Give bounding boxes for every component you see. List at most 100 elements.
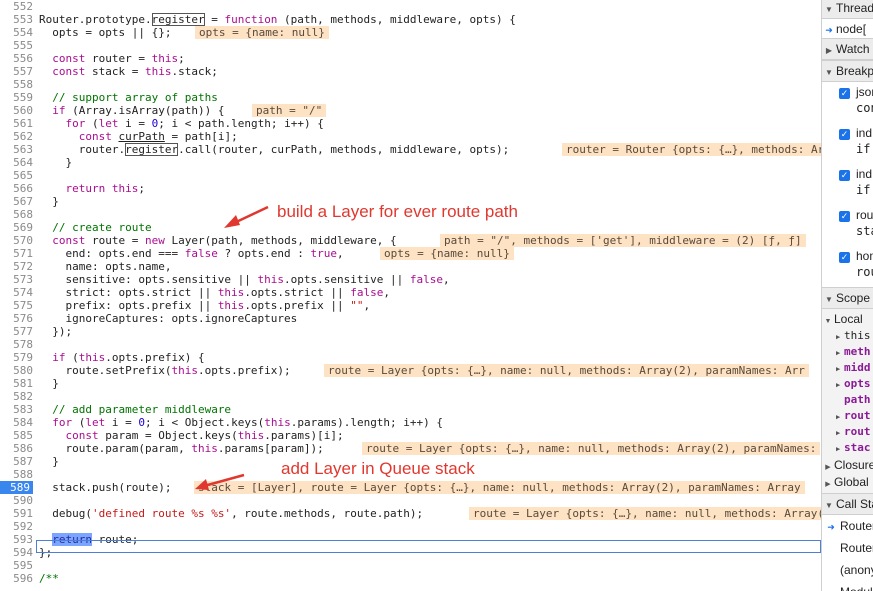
callstack-frame[interactable]: (anonymous) [822,559,873,582]
line-number[interactable]: 559 [0,91,33,104]
line-number[interactable]: 591 [0,507,33,520]
scope-variable[interactable]: path [822,392,873,408]
threads-section-header[interactable]: ▼Threads [822,0,873,19]
code-line: 562 const curPath = path[i]; [0,130,821,143]
scope-closure[interactable]: ▶ Closure [822,457,873,473]
line-number[interactable]: 579 [0,351,33,364]
collapse-triangle-icon: ▼ [824,318,832,325]
line-number[interactable]: 564 [0,156,33,169]
line-number[interactable]: 562 [0,130,33,143]
breakpoint-item[interactable]: ✓ hom rou [822,246,873,288]
callstack-frame[interactable]: Router [822,537,873,560]
code-line: 578 [0,338,821,351]
code-editor[interactable]: 552 553 Router.prototype.register = functi… [0,0,821,591]
inline-value-hint: path = "/", methods = ['get'], middlewar… [440,234,806,247]
line-number[interactable]: 593 [0,533,33,546]
code-line: 586 route.param(param, this.params[param… [0,442,821,455]
line-number[interactable]: 582 [0,390,33,403]
checkbox-checked-icon[interactable]: ✓ [839,211,850,222]
line-number[interactable]: 575 [0,299,33,312]
line-number[interactable]: 569 [0,221,33,234]
scope-global[interactable]: ▶ Global [822,474,873,490]
breakpoints-section-header[interactable]: ▼Breakpoints [822,60,873,82]
breakpoint-line-number[interactable]: 589 [0,481,33,494]
line-number[interactable]: 565 [0,169,33,182]
line-number[interactable]: 555 [0,39,33,52]
line-number[interactable]: 594 [0,546,33,559]
scope-variable[interactable]: ▶ midd [822,360,873,376]
line-number[interactable]: 554 [0,26,33,39]
line-number[interactable]: 563 [0,143,33,156]
line-number[interactable]: 556 [0,52,33,65]
code-line: 576 ignoreCaptures: opts.ignoreCaptures [0,312,821,325]
line-number[interactable]: 570 [0,234,33,247]
scope-local[interactable]: ▼ Local [822,311,873,327]
callstack-frame[interactable]: ➜ Router [822,515,873,538]
thread-item[interactable]: ➜ node[ [822,19,873,40]
line-number[interactable]: 585 [0,429,33,442]
variable-name: rout [844,425,871,438]
scope-variable[interactable]: ▶ rout [822,408,873,424]
scope-section-header[interactable]: ▼ Scope [822,287,873,309]
callstack-section-header[interactable]: ▼Call Stack [822,493,873,515]
breakpoint-item[interactable]: ✓ rou sta [822,205,873,247]
line-number[interactable]: 573 [0,273,33,286]
line-number[interactable]: 574 [0,286,33,299]
checkbox-checked-icon[interactable]: ✓ [839,252,850,263]
breakpoint-item[interactable]: ✓ json con [822,82,873,124]
line-number[interactable]: 590 [0,494,33,507]
code-line: 555 [0,39,821,52]
collapse-triangle-icon: ▼ [825,5,833,14]
breakpoint-file: ind [856,126,873,140]
line-number[interactable]: 580 [0,364,33,377]
inline-value-hint: router = Router {opts: {…}, methods: Arr… [562,143,821,156]
line-number[interactable]: 584 [0,416,33,429]
line-number[interactable]: 587 [0,455,33,468]
line-number[interactable]: 557 [0,65,33,78]
checkbox-checked-icon[interactable]: ✓ [839,170,850,181]
code-line: 559 // support array of paths [0,91,821,104]
code-line: 556 const router = this; [0,52,821,65]
line-number[interactable]: 566 [0,182,33,195]
line-number[interactable]: 560 [0,104,33,117]
line-number[interactable]: 561 [0,117,33,130]
current-frame-arrow-icon: ➜ [827,522,835,532]
line-number[interactable]: 596 [0,572,33,585]
line-number[interactable]: 567 [0,195,33,208]
code-text: } [39,195,59,208]
frame-name: Router [840,519,873,533]
code-text: } [39,455,59,468]
code-line: 570 const route = new Layer(path, method… [0,234,821,247]
line-number[interactable]: 581 [0,377,33,390]
scope-variable[interactable]: ▶ meth [822,344,873,360]
scope-variable[interactable]: ▶ stac [822,440,873,456]
watch-section-header[interactable]: ▶ Watch [822,38,873,60]
checkbox-checked-icon[interactable]: ✓ [839,129,850,140]
breakpoint-item[interactable]: ✓ ind if [822,164,873,206]
line-number[interactable]: 568 [0,208,33,221]
line-number[interactable]: 576 [0,312,33,325]
line-number[interactable]: 553 [0,13,33,26]
line-number[interactable]: 552 [0,0,33,13]
scope-variable[interactable]: ▶ opts [822,376,873,392]
checkbox-checked-icon[interactable]: ✓ [839,88,850,99]
code-text: const stack = this.stack; [52,65,218,78]
line-number[interactable]: 558 [0,78,33,91]
variable-name: this [844,329,871,342]
expand-triangle-icon: ▶ [836,349,841,357]
line-number[interactable]: 588 [0,468,33,481]
line-number[interactable]: 572 [0,260,33,273]
line-number[interactable]: 571 [0,247,33,260]
line-number[interactable]: 577 [0,325,33,338]
line-number[interactable]: 586 [0,442,33,455]
callstack-frame[interactable]: Module [822,581,873,591]
line-number[interactable]: 595 [0,559,33,572]
breakpoint-item[interactable]: ✓ ind if [822,123,873,165]
line-number[interactable]: 592 [0,520,33,533]
scope-variable[interactable]: ▶ this [822,328,873,344]
code-text: // support array of paths [52,91,218,104]
scope-variable[interactable]: ▶ rout [822,424,873,440]
line-number[interactable]: 583 [0,403,33,416]
code-line: 561 for (let i = 0; i < path.length; i++… [0,117,821,130]
line-number[interactable]: 578 [0,338,33,351]
